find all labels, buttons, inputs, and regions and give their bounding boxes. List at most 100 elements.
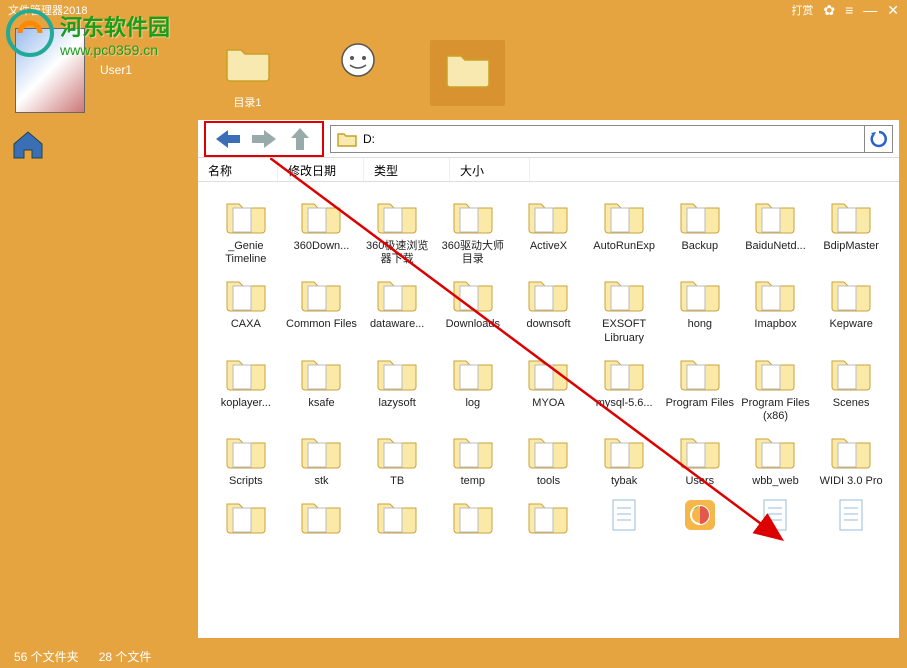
item-label: tybak: [611, 475, 637, 488]
folder-item[interactable]: koplayer...: [208, 351, 284, 423]
folder-item[interactable]: Downloads: [435, 272, 511, 344]
back-button[interactable]: [210, 125, 246, 153]
folder-item[interactable]: AutoRunExp: [586, 194, 662, 266]
folder-item[interactable]: [586, 494, 662, 540]
item-label: lazysoft: [379, 397, 416, 410]
folder-item[interactable]: CAXA: [208, 272, 284, 344]
folder-item[interactable]: Scenes: [813, 351, 889, 423]
item-label: Common Files: [286, 318, 357, 331]
folder-item[interactable]: [738, 494, 814, 540]
refresh-button[interactable]: [865, 125, 893, 153]
item-label: Imapbox: [754, 318, 796, 331]
col-type[interactable]: 类型: [364, 158, 450, 181]
item-label: mysql-5.6...: [596, 397, 653, 410]
folder-item[interactable]: [435, 494, 511, 540]
folder-item[interactable]: TB: [359, 429, 435, 488]
watermark-logo: [5, 8, 55, 58]
tab-directory-2[interactable]: [430, 40, 505, 106]
col-modified[interactable]: 修改日期: [278, 158, 364, 181]
item-label: Users: [685, 475, 714, 488]
folder-item[interactable]: lazysoft: [359, 351, 435, 423]
folder-item[interactable]: tybak: [586, 429, 662, 488]
folder-item[interactable]: Backup: [662, 194, 738, 266]
folder-item[interactable]: [813, 494, 889, 540]
tab-chat[interactable]: [320, 40, 395, 94]
folder-item[interactable]: [662, 494, 738, 540]
minimize-button[interactable]: —: [863, 2, 877, 18]
item-label: log: [465, 397, 480, 410]
item-label: BdipMaster: [823, 240, 879, 253]
folder-item[interactable]: Common Files: [284, 272, 360, 344]
folder-item[interactable]: mysql-5.6...: [586, 351, 662, 423]
item-label: ksafe: [308, 397, 334, 410]
folder-item[interactable]: stk: [284, 429, 360, 488]
tab-bar: 目录1: [210, 40, 505, 110]
status-file-count: 28 个文件: [99, 648, 152, 665]
item-label: Downloads: [446, 318, 500, 331]
item-label: MYOA: [532, 397, 564, 410]
home-icon[interactable]: [10, 128, 46, 162]
menu-icon[interactable]: ≡: [845, 2, 853, 18]
folder-item[interactable]: ksafe: [284, 351, 360, 423]
item-label: wbb_web: [752, 475, 798, 488]
column-headers: 名称 修改日期 类型 大小: [198, 158, 899, 182]
folder-item[interactable]: ActiveX: [511, 194, 587, 266]
folder-item[interactable]: wbb_web: [738, 429, 814, 488]
folder-item[interactable]: hong: [662, 272, 738, 344]
folder-icon: [444, 46, 492, 88]
folder-item[interactable]: 360极速浏览器下载: [359, 194, 435, 266]
item-label: Kepware: [829, 318, 872, 331]
item-label: koplayer...: [221, 397, 271, 410]
item-label: WIDI 3.0 Pro: [820, 475, 883, 488]
folder-item[interactable]: Users: [662, 429, 738, 488]
folder-item[interactable]: 360驱动大师目录: [435, 194, 511, 266]
col-name[interactable]: 名称: [198, 158, 278, 181]
folder-item[interactable]: [511, 494, 587, 540]
item-label: ActiveX: [530, 240, 567, 253]
folder-item[interactable]: [359, 494, 435, 540]
folder-item[interactable]: [284, 494, 360, 540]
reward-link[interactable]: 打赏: [791, 2, 813, 18]
item-label: stk: [314, 475, 328, 488]
status-bar: 56 个文件夹 28 个文件: [0, 644, 907, 668]
titlebar: 文件管理器2018 打赏 ✿ ≡ — ✕: [0, 0, 907, 20]
file-grid: _Genie Timeline 360Down... 360极速浏览器下载360驱动…: [198, 184, 899, 638]
file-panel: D: 名称 修改日期 类型 大小 _Genie Timeline 360Down.…: [198, 120, 899, 638]
shirt-icon[interactable]: ✿: [823, 2, 835, 19]
path-input[interactable]: D:: [330, 125, 865, 153]
user-name: User1: [100, 63, 132, 77]
item-label: hong: [688, 318, 712, 331]
tab-directory-1[interactable]: 目录1: [210, 40, 285, 110]
folder-item[interactable]: BaiduNetd...: [738, 194, 814, 266]
item-label: 360Down...: [294, 240, 350, 253]
folder-item[interactable]: dataware...: [359, 272, 435, 344]
folder-item[interactable]: tools: [511, 429, 587, 488]
item-label: EXSOFT Libruary: [588, 318, 660, 344]
folder-item[interactable]: [208, 494, 284, 540]
nav-row: D:: [198, 120, 899, 158]
item-label: CAXA: [231, 318, 261, 331]
col-size[interactable]: 大小: [450, 158, 530, 181]
item-label: _Genie Timeline: [210, 240, 282, 266]
folder-item[interactable]: log: [435, 351, 511, 423]
folder-item[interactable]: EXSOFT Libruary: [586, 272, 662, 344]
folder-item[interactable]: _Genie Timeline: [208, 194, 284, 266]
item-label: Backup: [681, 240, 718, 253]
up-button[interactable]: [282, 125, 318, 153]
folder-item[interactable]: WIDI 3.0 Pro: [813, 429, 889, 488]
folder-item[interactable]: temp: [435, 429, 511, 488]
forward-button[interactable]: [246, 125, 282, 153]
folder-item[interactable]: Program Files: [662, 351, 738, 423]
item-label: Program Files: [666, 397, 734, 410]
nav-buttons-highlight: [204, 121, 324, 157]
folder-item[interactable]: MYOA: [511, 351, 587, 423]
folder-item[interactable]: Scripts: [208, 429, 284, 488]
folder-item[interactable]: downsoft: [511, 272, 587, 344]
folder-item[interactable]: Kepware: [813, 272, 889, 344]
item-label: Scenes: [833, 397, 870, 410]
folder-item[interactable]: 360Down...: [284, 194, 360, 266]
folder-item[interactable]: Program Files (x86): [738, 351, 814, 423]
close-button[interactable]: ✕: [887, 2, 899, 19]
folder-item[interactable]: BdipMaster: [813, 194, 889, 266]
folder-item[interactable]: Imapbox: [738, 272, 814, 344]
